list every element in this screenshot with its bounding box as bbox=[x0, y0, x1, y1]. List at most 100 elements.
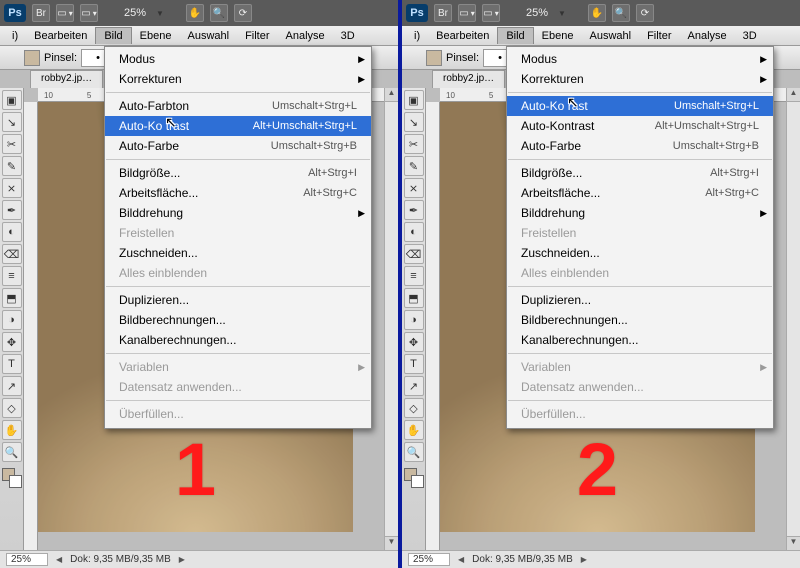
tool-button[interactable]: ✥ bbox=[2, 332, 22, 352]
tool-button[interactable]: ↗ bbox=[404, 376, 424, 396]
zoom-tool-icon[interactable]: 🔍 bbox=[612, 4, 630, 22]
tool-button[interactable]: ↗ bbox=[2, 376, 22, 396]
tool-button[interactable]: ⌫ bbox=[404, 244, 424, 264]
scroll-up-icon[interactable]: ▲ bbox=[385, 88, 398, 102]
menu-item[interactable]: Duplizieren... bbox=[507, 290, 773, 310]
tool-preset-swatch[interactable] bbox=[24, 50, 40, 66]
hand-tool-icon[interactable]: ✋ bbox=[186, 4, 204, 22]
scroll-down-icon[interactable]: ▼ bbox=[385, 536, 398, 550]
menu-item[interactable]: Bildgröße...Alt+Strg+I bbox=[105, 163, 371, 183]
zoom-caret-icon[interactable]: ▼ bbox=[558, 9, 566, 18]
tool-button[interactable]: ✥ bbox=[404, 332, 424, 352]
tool-button[interactable]: ✂ bbox=[404, 134, 424, 154]
status-zoom[interactable]: 25% bbox=[6, 553, 48, 566]
menubar-item[interactable]: Auswahl bbox=[581, 28, 639, 44]
tool-button[interactable]: ≡ bbox=[404, 266, 424, 286]
tool-button[interactable]: ◐ bbox=[404, 222, 424, 242]
menu-item[interactable]: Bildberechnungen... bbox=[507, 310, 773, 330]
menu-item[interactable]: Arbeitsfläche...Alt+Strg+C bbox=[105, 183, 371, 203]
screen-mode-button[interactable]: ▭ bbox=[80, 4, 98, 22]
tool-button[interactable]: ✒ bbox=[404, 200, 424, 220]
tool-button[interactable]: T bbox=[404, 354, 424, 374]
menubar-item[interactable]: Ebene bbox=[132, 28, 180, 44]
tool-button[interactable]: ▣ bbox=[404, 90, 424, 110]
menu-item[interactable]: Zuschneiden... bbox=[507, 243, 773, 263]
tool-button[interactable]: ✋ bbox=[404, 420, 424, 440]
document-tab[interactable]: robby2.jp… bbox=[432, 70, 505, 88]
tool-button[interactable]: ✎ bbox=[2, 156, 22, 176]
tool-button[interactable]: ⌫ bbox=[2, 244, 22, 264]
status-caret-icon[interactable]: ▶ bbox=[581, 555, 587, 564]
window-arrange-button[interactable]: ▭ bbox=[458, 4, 476, 22]
menu-item[interactable]: Duplizieren... bbox=[105, 290, 371, 310]
menubar-item[interactable]: Bild bbox=[497, 27, 533, 44]
scroll-up-icon[interactable]: ▲ bbox=[787, 88, 800, 102]
menu-item[interactable]: Auto-FarbeUmschalt+Strg+B bbox=[507, 136, 773, 156]
tool-button[interactable]: ✎ bbox=[404, 156, 424, 176]
tool-button[interactable]: ⨯ bbox=[404, 178, 424, 198]
status-caret-icon[interactable]: ◀ bbox=[458, 555, 464, 564]
fg-bg-swatch[interactable] bbox=[404, 468, 424, 488]
menu-item[interactable]: Auto-KontrastAlt+Umschalt+Strg+L bbox=[507, 116, 773, 136]
status-caret-icon[interactable]: ◀ bbox=[56, 555, 62, 564]
tool-button[interactable]: ◐ bbox=[2, 222, 22, 242]
fg-bg-swatch[interactable] bbox=[2, 468, 22, 488]
menu-item[interactable]: Kanalberechnungen... bbox=[105, 330, 371, 350]
screen-mode-button[interactable]: ▭ bbox=[482, 4, 500, 22]
tool-button[interactable]: 🔍 bbox=[404, 442, 424, 462]
vertical-scrollbar[interactable]: ▲▼ bbox=[786, 88, 800, 550]
menu-item[interactable]: Auto-Ko trastAlt+Umschalt+Strg+L bbox=[105, 116, 371, 136]
status-caret-icon[interactable]: ▶ bbox=[179, 555, 185, 564]
menu-item[interactable]: Auto-FarbtonUmschalt+Strg+L bbox=[105, 96, 371, 116]
menubar-item[interactable]: i) bbox=[406, 28, 428, 44]
menubar-item[interactable]: Bearbeiten bbox=[428, 28, 497, 44]
menu-item[interactable]: Bilddrehung bbox=[105, 203, 371, 223]
tool-button[interactable]: ▣ bbox=[2, 90, 22, 110]
menu-item[interactable]: Bilddrehung bbox=[507, 203, 773, 223]
tool-button[interactable]: ↘ bbox=[404, 112, 424, 132]
tool-button[interactable]: ⬒ bbox=[404, 288, 424, 308]
tool-button[interactable]: ≡ bbox=[2, 266, 22, 286]
hand-tool-icon[interactable]: ✋ bbox=[588, 4, 606, 22]
tool-button[interactable]: ✋ bbox=[2, 420, 22, 440]
tool-button[interactable]: ⬒ bbox=[2, 288, 22, 308]
tool-button[interactable]: ✒ bbox=[2, 200, 22, 220]
tool-button[interactable]: T bbox=[2, 354, 22, 374]
vertical-scrollbar[interactable]: ▲▼ bbox=[384, 88, 398, 550]
menubar-item[interactable]: Filter bbox=[237, 28, 277, 44]
menubar-item[interactable]: Analyse bbox=[680, 28, 735, 44]
bridge-button[interactable]: Br bbox=[32, 4, 50, 22]
menubar-item[interactable]: Auswahl bbox=[179, 28, 237, 44]
menubar-item[interactable]: 3D bbox=[735, 28, 765, 44]
tool-button[interactable]: ◑ bbox=[404, 310, 424, 330]
zoom-caret-icon[interactable]: ▼ bbox=[156, 9, 164, 18]
tool-button[interactable]: ✂ bbox=[2, 134, 22, 154]
tool-button[interactable]: ◑ bbox=[2, 310, 22, 330]
tool-button[interactable]: ↘ bbox=[2, 112, 22, 132]
rotate-view-icon[interactable]: ⟳ bbox=[636, 4, 654, 22]
menubar-item[interactable]: 3D bbox=[333, 28, 363, 44]
menu-item[interactable]: Modus bbox=[105, 49, 371, 69]
menu-item[interactable]: Modus bbox=[507, 49, 773, 69]
bridge-button[interactable]: Br bbox=[434, 4, 452, 22]
tool-button[interactable]: ◇ bbox=[2, 398, 22, 418]
scroll-down-icon[interactable]: ▼ bbox=[787, 536, 800, 550]
zoom-value[interactable]: 25% bbox=[522, 7, 552, 19]
status-zoom[interactable]: 25% bbox=[408, 553, 450, 566]
menu-item[interactable]: Korrekturen bbox=[105, 69, 371, 89]
tool-button[interactable]: ⨯ bbox=[2, 178, 22, 198]
menu-item[interactable]: Bildgröße...Alt+Strg+I bbox=[507, 163, 773, 183]
menu-item[interactable]: Kanalberechnungen... bbox=[507, 330, 773, 350]
menu-item[interactable]: Korrekturen bbox=[507, 69, 773, 89]
document-tab[interactable]: robby2.jp… bbox=[30, 70, 103, 88]
menubar-item[interactable]: Filter bbox=[639, 28, 679, 44]
rotate-view-icon[interactable]: ⟳ bbox=[234, 4, 252, 22]
zoom-value[interactable]: 25% bbox=[120, 7, 150, 19]
menu-item[interactable]: Auto-Ko rastUmschalt+Strg+L bbox=[507, 96, 773, 116]
menu-item[interactable]: Arbeitsfläche...Alt+Strg+C bbox=[507, 183, 773, 203]
tool-preset-swatch[interactable] bbox=[426, 50, 442, 66]
menubar-item[interactable]: Bild bbox=[95, 27, 131, 44]
window-arrange-button[interactable]: ▭ bbox=[56, 4, 74, 22]
menubar-item[interactable]: Bearbeiten bbox=[26, 28, 95, 44]
menu-item[interactable]: Bildberechnungen... bbox=[105, 310, 371, 330]
